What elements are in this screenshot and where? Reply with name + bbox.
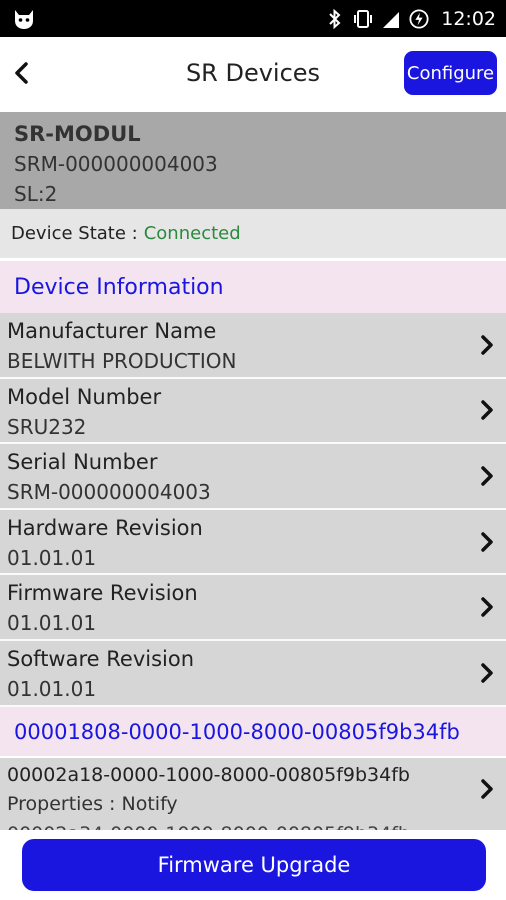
device-state-label: Device State : (11, 223, 138, 244)
back-button[interactable] (4, 55, 40, 91)
list-item[interactable]: Firmware Revision 01.01.01 (0, 575, 506, 641)
list-item[interactable]: Software Revision 01.01.01 (0, 640, 506, 707)
chevron-right-icon (481, 779, 493, 799)
characteristic-uuid: 00002a18-0000-1000-8000-00805f9b34fb (7, 764, 410, 786)
list-item[interactable]: Model Number SRU232 (0, 378, 506, 445)
item-label: Software Revision (7, 646, 195, 671)
section-header-service-uuid: 00001808-0000-1000-8000-00805f9b34fb (0, 707, 506, 756)
device-name: SR-MODUL (14, 122, 141, 146)
vibrate-icon (354, 9, 373, 28)
device-sl: SL:2 (14, 182, 58, 206)
app-bar: SR Devices Configure (0, 37, 506, 112)
item-value: 01.01.01 (7, 611, 97, 636)
bottom-bar: Firmware Upgrade (0, 830, 506, 900)
device-state-row: Device State : Connected (0, 209, 506, 258)
device-information-list: Manufacturer Name BELWITH PRODUCTION Mod… (0, 313, 506, 707)
chevron-right-icon (481, 466, 493, 486)
status-bar: 12:02 (0, 0, 506, 37)
configure-button[interactable]: Configure (404, 51, 497, 95)
item-value: 01.01.01 (7, 676, 97, 701)
list-item[interactable]: Hardware Revision 01.01.01 (0, 509, 506, 576)
chevron-right-icon (481, 597, 493, 617)
device-serial: SRM-000000004003 (14, 152, 218, 176)
device-state-value: Connected (143, 223, 241, 244)
characteristic-item[interactable]: 00002a18-0000-1000-8000-00805f9b34fb Pro… (0, 758, 506, 820)
item-label: Hardware Revision (7, 515, 203, 540)
cat-icon (15, 10, 33, 29)
item-value: SRM-000000004003 (7, 480, 211, 505)
chevron-right-icon (481, 531, 493, 552)
status-icons: 12:02 (325, 0, 496, 37)
item-value: BELWITH PRODUCTION (7, 349, 237, 373)
list-item[interactable]: Serial Number SRM-000000004003 (0, 444, 506, 510)
firmware-upgrade-button[interactable]: Firmware Upgrade (22, 839, 486, 891)
characteristic-properties: Properties : Notify (7, 793, 178, 815)
chevron-right-icon (481, 335, 493, 355)
item-label: Firmware Revision (7, 581, 198, 606)
signal-icon (383, 11, 400, 28)
section-header-device-information: Device Information (0, 261, 506, 313)
chevron-right-icon (481, 663, 493, 683)
characteristic-item-partial[interactable]: 00002a34-0000-1000-8000-00805f9b34fb (0, 820, 506, 830)
item-label: Model Number (7, 384, 162, 409)
chevron-right-icon (481, 400, 493, 421)
device-header: SR-MODUL SRM-000000004003 SL:2 (0, 112, 506, 209)
list-item[interactable]: Manufacturer Name BELWITH PRODUCTION (0, 313, 506, 379)
item-value: 01.01.01 (7, 545, 97, 570)
clock: 12:02 (441, 7, 496, 30)
chevron-left-icon (15, 62, 28, 84)
bluetooth-icon (329, 8, 341, 29)
item-label: Serial Number (7, 450, 158, 475)
battery-charging-icon (409, 8, 429, 29)
item-value: SRU232 (7, 414, 87, 439)
item-label: Manufacturer Name (7, 319, 217, 343)
